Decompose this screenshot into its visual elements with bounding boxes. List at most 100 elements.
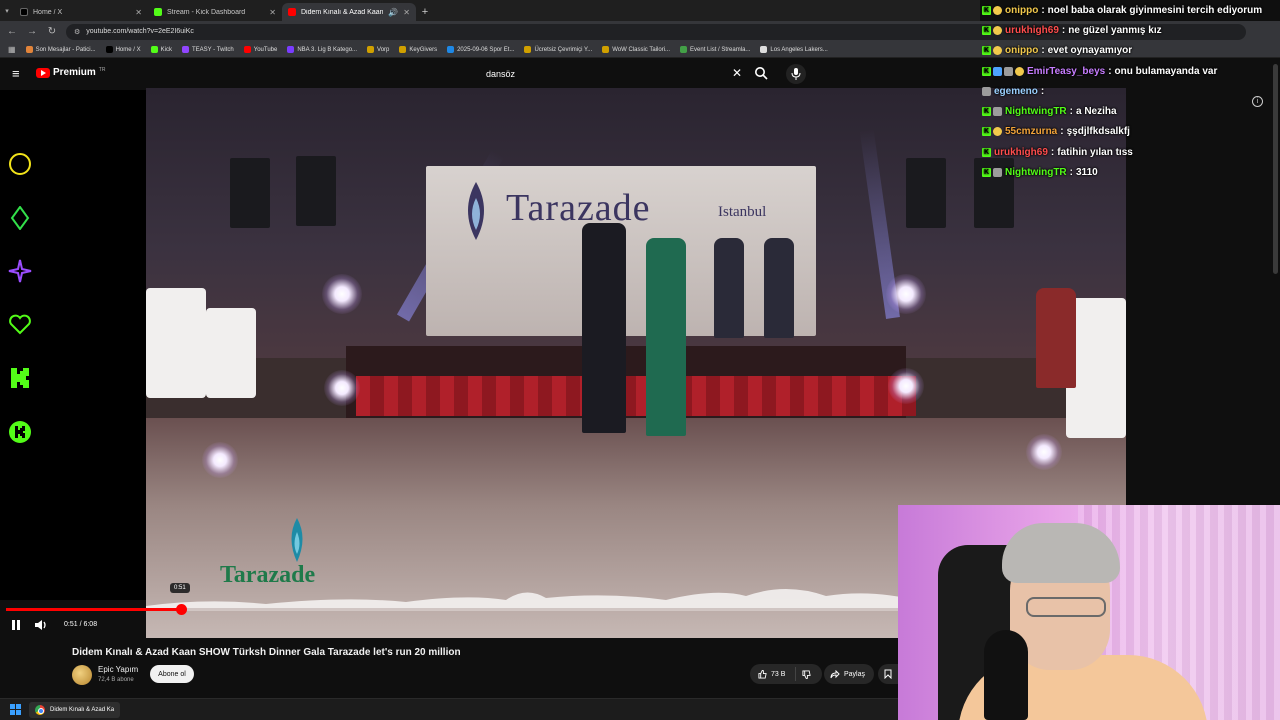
musician — [714, 238, 744, 338]
bookmark-item[interactable]: YouTube — [243, 46, 277, 53]
share-button[interactable]: Paylaş — [824, 664, 874, 684]
chat-text: evet oynayamıyor — [1047, 45, 1133, 57]
close-tab-icon[interactable]: ✕ — [135, 8, 142, 17]
channel-name[interactable]: Epic Yapım — [98, 665, 138, 674]
chat-message: K NightwingTR: a Neziha — [982, 101, 1280, 121]
windows-start-icon[interactable] — [10, 704, 21, 715]
bookmark-item[interactable]: TEASY - Twitch — [181, 46, 234, 53]
speaker — [906, 158, 946, 228]
url-text: youtube.com/watch?v=2eE2I6uiKc — [86, 28, 194, 35]
bookmark-favicon-icon — [399, 46, 407, 53]
volume-icon[interactable] — [34, 619, 48, 631]
bookmark-item[interactable]: Ücretsiz Çevrimiçi Y... — [524, 46, 592, 53]
chat-username[interactable]: 55cmzurna — [1005, 126, 1057, 137]
bookmark-item[interactable]: Los Angeles Lakers... — [760, 46, 828, 53]
chat-badges: K — [982, 147, 991, 157]
subscriber-badge-icon — [993, 168, 1002, 178]
pause-icon[interactable] — [10, 619, 22, 631]
bookmark-item[interactable]: KeyGivers — [399, 46, 437, 53]
taskbar-app-label: Didem Kınalı & Azad Ka — [50, 706, 115, 713]
bookmark-label: TEASY - Twitch — [191, 46, 234, 53]
bookmark-favicon-icon — [150, 46, 158, 53]
subscriber-count: 72,4 B abone — [98, 677, 134, 683]
chat-username[interactable]: urukhigh69 — [1005, 25, 1059, 36]
new-tab-button[interactable]: + — [416, 3, 434, 21]
clear-search-icon[interactable]: ✕ — [732, 67, 742, 79]
chat-text: noel baba olarak giyinmesini tercih ediy… — [1047, 4, 1263, 16]
speaker-icon[interactable]: 🔊 — [388, 8, 398, 17]
channel-avatar[interactable] — [72, 665, 92, 685]
kick-favicon-icon — [154, 8, 162, 16]
bookmark-icon — [884, 669, 892, 679]
taskbar-chrome-app[interactable]: Didem Kınalı & Azad Ka — [29, 701, 121, 718]
save-button[interactable] — [878, 664, 898, 684]
reload-icon[interactable]: ↻ — [46, 26, 58, 37]
close-tab-icon[interactable]: ✕ — [403, 8, 410, 17]
chat-text: ne güzel yanmış kız — [1068, 24, 1162, 36]
chat-username[interactable]: EmirTeasy_beys — [1027, 66, 1105, 77]
bookmark-item[interactable]: Son Mesajlar - Patici... — [25, 46, 96, 53]
chat-username[interactable]: NightwingTR — [1005, 106, 1067, 117]
chat-username[interactable]: urukhigh69 — [994, 147, 1048, 158]
heart-icon — [9, 314, 31, 335]
youtube-logo[interactable]: Premium TR — [36, 67, 105, 78]
bookmark-item[interactable]: Kick — [150, 46, 172, 53]
bookmark-item[interactable]: Vorp — [367, 46, 389, 53]
bookmark-label: Kick — [160, 46, 172, 53]
tab-youtube-video[interactable]: Didem Kınalı & Azad Kaan 🔊 ✕ — [282, 3, 416, 21]
chat-text: fatihin yılan tıss — [1057, 146, 1133, 158]
audio-waveform — [146, 589, 906, 608]
progress-scrubber[interactable] — [175, 604, 187, 615]
site-info-icon[interactable]: ⚙ — [74, 28, 80, 36]
chat-message: K NightwingTR:3110 — [982, 162, 1280, 182]
chat-username[interactable]: onippo — [1005, 5, 1038, 16]
subscribe-button[interactable]: Abone ol — [150, 665, 194, 683]
voice-search-icon[interactable] — [786, 64, 806, 84]
bookmark-favicon-icon — [181, 46, 189, 53]
bookmark-item[interactable]: NBA 3. Lig B Katego... — [287, 46, 357, 53]
male-dancer — [582, 223, 626, 433]
chat-badges: K — [982, 66, 1024, 76]
time-display: 0:51 / 6:08 — [64, 621, 98, 628]
back-icon[interactable]: ← — [6, 26, 18, 37]
dislike-button[interactable] — [796, 669, 811, 679]
menu-icon[interactable]: ≡ — [12, 67, 24, 80]
hover-time-tooltip: 0:51 — [170, 583, 190, 593]
tab-x-home[interactable]: Home / X ✕ — [14, 3, 148, 21]
bookmark-item[interactable]: 2025-09-06 Spor Et... — [447, 46, 514, 53]
like-button[interactable]: 73 B — [750, 667, 796, 681]
forward-icon[interactable]: → — [26, 26, 38, 37]
emoji-badge-icon — [993, 25, 1002, 35]
chat-username[interactable]: egemeno — [994, 86, 1038, 97]
progress-played — [6, 608, 181, 611]
kick-logo-icon — [11, 368, 29, 388]
bookmark-item[interactable]: Event List / Streamla... — [680, 46, 750, 53]
chat-message: Konippo: evet oynayamıyor — [982, 41, 1280, 61]
bookmark-label: Los Angeles Lakers... — [770, 46, 828, 53]
search-icon[interactable] — [754, 66, 768, 85]
search-input[interactable]: dansöz — [478, 64, 748, 84]
chat-separator: : — [1061, 24, 1066, 36]
chat-username[interactable]: NightwingTR — [1005, 167, 1067, 178]
tab-title: Home / X — [33, 8, 63, 16]
chat-separator: : — [1040, 85, 1045, 97]
chat-separator: : — [1041, 4, 1045, 16]
streamer-glasses — [1026, 597, 1106, 617]
tab-kick-dashboard[interactable]: Stream - Kick Dashboard ✕ — [148, 3, 282, 21]
share-icon — [830, 669, 840, 678]
chat-separator: : — [1108, 65, 1112, 77]
bookmark-label: NBA 3. Lig B Katego... — [297, 46, 358, 53]
kick-badge-icon: K — [982, 66, 991, 76]
progress-bar[interactable] — [6, 604, 898, 615]
microphone — [984, 630, 1028, 720]
chat-message: Kurukhigh69: ne güzel yanmış kız — [982, 20, 1280, 40]
apps-grid-icon[interactable]: ▦ — [8, 45, 16, 54]
bookmark-item[interactable]: Home / X — [105, 46, 141, 53]
tab-search-icon[interactable]: ▾ — [0, 3, 14, 21]
chat-separator: : — [1060, 126, 1064, 138]
chat-username[interactable]: onippo — [1005, 45, 1038, 56]
bookmark-item[interactable]: WoW Classic Tailori... — [602, 46, 670, 53]
emoji-badge-icon — [993, 127, 1002, 137]
close-tab-icon[interactable]: ✕ — [269, 8, 276, 17]
bookmark-label: Son Mesajlar - Patici... — [35, 46, 96, 53]
